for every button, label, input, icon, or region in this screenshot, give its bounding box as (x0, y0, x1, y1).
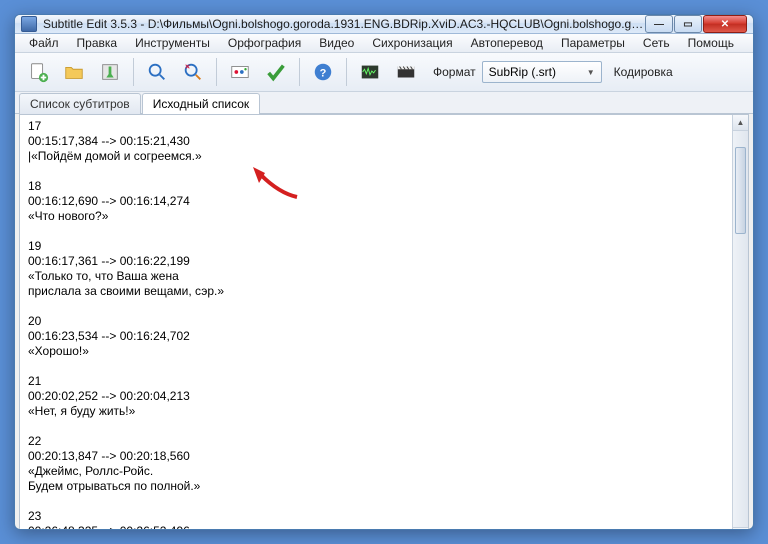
menu-params[interactable]: Параметры (553, 34, 633, 52)
open-file-icon[interactable] (59, 57, 89, 87)
waveform-icon[interactable] (355, 57, 385, 87)
maximize-button[interactable]: ▭ (674, 15, 702, 33)
encoding-label: Кодировка (614, 65, 673, 79)
svg-text:?: ? (320, 68, 327, 80)
toolbar-sep (299, 58, 300, 86)
source-text[interactable]: 17 00:15:17,384 --> 00:15:21,430 |«Пойдё… (20, 115, 732, 530)
video-icon[interactable] (225, 57, 255, 87)
source-area: 17 00:15:17,384 --> 00:15:21,430 |«Пойдё… (19, 114, 749, 530)
menu-bar: Файл Правка Инструменты Орфография Видео… (15, 34, 753, 53)
movie-icon[interactable] (391, 57, 421, 87)
tab-source-list[interactable]: Исходный список (142, 93, 260, 114)
new-file-icon[interactable] (23, 57, 53, 87)
app-icon (21, 16, 37, 32)
toolbar: ? Формат SubRip (.srt) ▼ Кодировка (15, 53, 753, 92)
menu-help[interactable]: Помощь (680, 34, 742, 52)
save-file-icon[interactable] (95, 57, 125, 87)
check-icon[interactable] (261, 57, 291, 87)
menu-sync[interactable]: Сихронизация (364, 34, 460, 52)
menu-spell[interactable]: Орфография (220, 34, 309, 52)
help-icon[interactable]: ? (308, 57, 338, 87)
window-title: Subtitle Edit 3.5.3 - D:\Фильмы\Ogni.bol… (43, 17, 645, 31)
menu-autotrans[interactable]: Автоперевод (463, 34, 551, 52)
toolbar-sep (216, 58, 217, 86)
menu-edit[interactable]: Правка (69, 34, 126, 52)
format-combo[interactable]: SubRip (.srt) ▼ (482, 61, 602, 83)
format-label: Формат (433, 65, 476, 79)
toolbar-sep (346, 58, 347, 86)
menu-video[interactable]: Видео (311, 34, 362, 52)
minimize-button[interactable]: — (645, 15, 673, 33)
close-button[interactable]: ✕ (703, 15, 747, 33)
toolbar-sep (133, 58, 134, 86)
scroll-track[interactable] (733, 131, 748, 527)
menu-net[interactable]: Сеть (635, 34, 678, 52)
vertical-scrollbar[interactable]: ▲ ▼ (732, 115, 748, 530)
menu-tools[interactable]: Инструменты (127, 34, 218, 52)
tab-subtitle-list[interactable]: Список субтитров (19, 93, 141, 114)
scroll-down-icon[interactable]: ▼ (733, 527, 748, 530)
tabs-bar: Список субтитров Исходный список (15, 92, 753, 114)
format-value: SubRip (.srt) (489, 65, 556, 79)
titlebar[interactable]: Subtitle Edit 3.5.3 - D:\Фильмы\Ogni.bol… (15, 15, 753, 34)
scroll-up-icon[interactable]: ▲ (733, 115, 748, 131)
chevron-down-icon: ▼ (587, 68, 595, 77)
window-buttons: — ▭ ✕ (645, 15, 747, 33)
replace-icon[interactable] (178, 57, 208, 87)
menu-file[interactable]: Файл (21, 34, 67, 52)
app-window: Subtitle Edit 3.5.3 - D:\Фильмы\Ogni.bol… (14, 14, 754, 530)
scroll-thumb[interactable] (735, 147, 746, 234)
search-icon[interactable] (142, 57, 172, 87)
